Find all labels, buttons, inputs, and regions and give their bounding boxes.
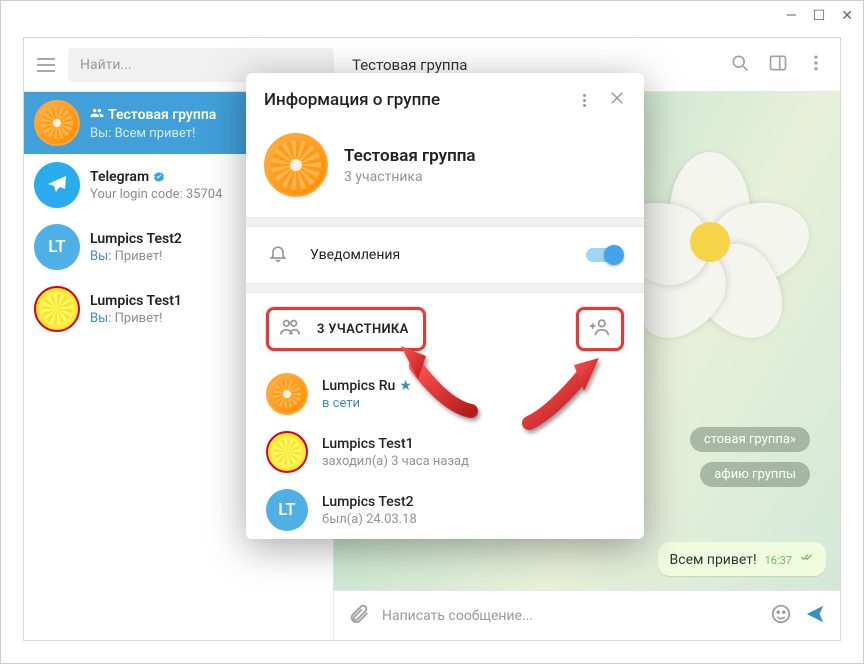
modal-more-button[interactable] <box>574 94 594 107</box>
group-avatar[interactable] <box>264 133 328 197</box>
member-status: в сети <box>322 396 412 411</box>
notifications-row[interactable]: Уведомления <box>246 227 644 283</box>
verified-icon <box>153 171 165 183</box>
message-time: 16:37 <box>765 554 792 567</box>
sidebar-toggle-button[interactable] <box>768 53 788 77</box>
message-status-icon <box>800 550 814 568</box>
notifications-label: Уведомления <box>310 247 564 263</box>
minimize-button[interactable]: — <box>786 8 797 24</box>
chat-preview: Your login code: 35704 <box>90 187 222 202</box>
avatar <box>34 100 80 146</box>
main-menu-button[interactable] <box>24 58 68 72</box>
composer-input[interactable]: Написать сообщение... <box>382 608 758 624</box>
native-titlebar: — ☐ ✕ <box>1 1 863 31</box>
member-row-lumpics-test1[interactable]: Lumpics Test1 заходил(а) 3 часа назад <box>246 423 644 481</box>
divider <box>246 283 644 293</box>
member-name: Lumpics Test1 <box>322 436 469 452</box>
close-window-button[interactable]: ✕ <box>841 8 853 24</box>
emoji-button[interactable] <box>770 603 792 629</box>
member-status: был(а) 24.03.18 <box>322 512 417 527</box>
member-status: заходил(а) 3 часа назад <box>322 454 469 469</box>
attach-button[interactable] <box>348 603 370 629</box>
member-name: Lumpics Test2 <box>322 494 417 510</box>
hamburger-icon <box>37 58 55 72</box>
system-message: афию группы <box>700 462 810 487</box>
notifications-toggle[interactable] <box>586 248 622 262</box>
app-window: — ☐ ✕ Найти... Тестовая группа <box>0 0 864 664</box>
message-composer: Написать сообщение... <box>334 590 840 640</box>
group-icon <box>90 106 104 124</box>
modal-close-button[interactable] <box>608 89 626 111</box>
avatar: LT <box>266 489 308 531</box>
divider <box>246 217 644 227</box>
avatar <box>34 286 80 332</box>
add-member-button[interactable] <box>576 307 624 351</box>
group-info-modal: Информация о группе Тестовая группа 3 уч… <box>246 73 644 539</box>
search-in-chat-button[interactable] <box>730 53 750 77</box>
header-actions <box>730 53 840 77</box>
bell-icon <box>268 243 288 267</box>
admin-star-icon: ★ <box>399 378 412 394</box>
chat-title-text: Тестовая группа <box>108 107 216 123</box>
chat-preview: Вы: Привет! <box>90 249 182 264</box>
member-row-lumpics-ru[interactable]: Lumpics Ru★ в сети <box>246 365 644 423</box>
group-name: Тестовая группа <box>344 146 476 166</box>
chat-title-text: Lumpics Test2 <box>90 231 182 247</box>
avatar <box>266 373 308 415</box>
chat-title-text: Telegram <box>90 169 149 185</box>
members-header-label: 3 УЧАСТНИКА <box>317 322 409 337</box>
modal-header: Информация о группе <box>246 73 644 127</box>
chat-title-text: Lumpics Test1 <box>90 293 182 309</box>
member-row-lumpics-test2[interactable]: LT Lumpics Test2 был(а) 24.03.18 <box>246 481 644 539</box>
members-header-row: 3 УЧАСТНИКА <box>246 293 644 365</box>
message-bubble-outgoing[interactable]: Всем привет! 16:37 <box>658 542 826 576</box>
bg-flower-decoration <box>620 152 800 332</box>
members-count-button[interactable]: 3 УЧАСТНИКА <box>266 307 426 351</box>
members-icon <box>279 316 301 342</box>
avatar <box>34 162 80 208</box>
group-member-count: 3 участника <box>344 169 476 185</box>
chat-preview: Вы: Всем привет! <box>90 126 216 141</box>
avatar: LT <box>34 224 80 270</box>
chat-header-title[interactable]: Тестовая группа <box>334 56 730 74</box>
person-add-icon <box>589 316 611 338</box>
maximize-button[interactable]: ☐ <box>813 8 826 24</box>
send-button[interactable] <box>804 603 826 629</box>
chat-preview: Вы: Привет! <box>90 311 182 326</box>
member-name: Lumpics Ru <box>322 378 395 394</box>
message-text: Всем привет! <box>670 552 757 568</box>
system-message: стовая группа» <box>690 427 810 452</box>
avatar <box>266 431 308 473</box>
more-menu-button[interactable] <box>806 53 826 77</box>
modal-title: Информация о группе <box>264 90 574 110</box>
group-summary: Тестовая группа 3 участника <box>246 127 644 217</box>
